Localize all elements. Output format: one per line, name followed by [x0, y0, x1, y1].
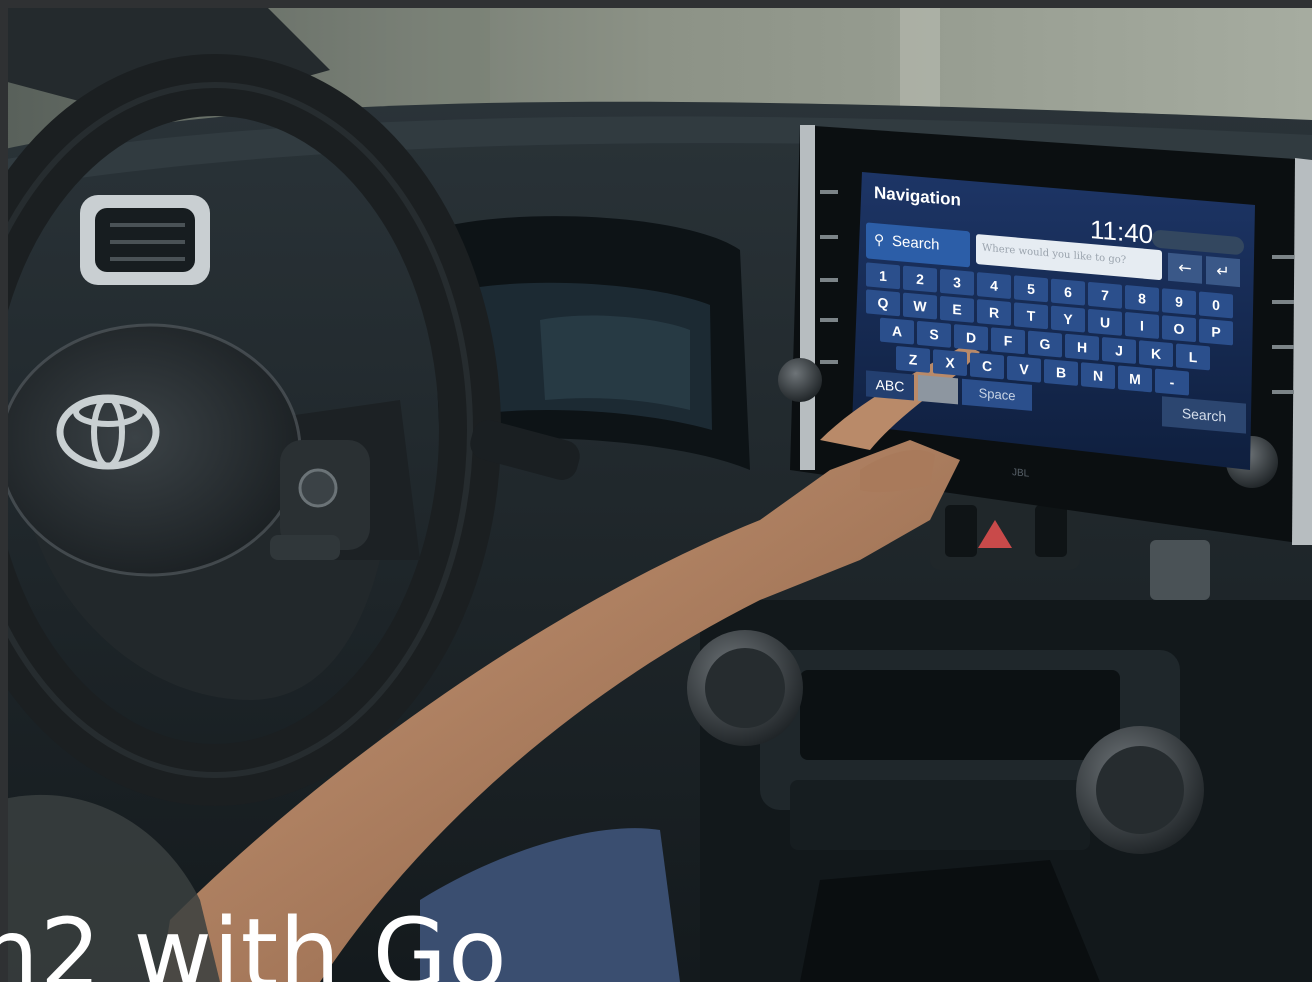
key[interactable]: 5: [1014, 275, 1048, 303]
key[interactable]: K: [1139, 340, 1173, 368]
key[interactable]: V: [1007, 355, 1041, 383]
key[interactable]: 4: [977, 272, 1011, 300]
key[interactable]: H: [1065, 333, 1099, 361]
key[interactable]: O: [1162, 315, 1196, 343]
abc-key[interactable]: ABC: [866, 370, 914, 401]
key[interactable]: 8: [1125, 285, 1159, 312]
key[interactable]: D: [954, 324, 988, 352]
back-arrow-icon[interactable]: ←: [1168, 252, 1202, 284]
key[interactable]: 2: [903, 265, 937, 293]
key[interactable]: X: [933, 349, 967, 377]
key[interactable]: 9: [1162, 288, 1196, 316]
return-icon[interactable]: ↵: [1206, 256, 1240, 288]
key[interactable]: S: [917, 320, 951, 348]
key[interactable]: 1: [866, 262, 900, 290]
key[interactable]: B: [1044, 358, 1078, 386]
key[interactable]: J: [1102, 336, 1136, 364]
key[interactable]: C: [970, 352, 1004, 380]
key[interactable]: G: [1028, 330, 1062, 358]
search-tab-label: Search: [892, 232, 940, 254]
key[interactable]: Q: [866, 289, 900, 317]
search-icon: ⚲: [874, 232, 885, 249]
car-interior-photo: [0, 0, 1312, 982]
frame-top-border: [0, 0, 1312, 8]
search-submit-button[interactable]: Search: [1162, 396, 1246, 434]
key[interactable]: R: [977, 299, 1011, 327]
photo-stage: Navigation 11:40 ⚲ Search Where would yo…: [0, 0, 1312, 982]
frame-left-border: [0, 0, 8, 982]
caption-text: n2 with Go: [0, 898, 508, 982]
key[interactable]: 7: [1088, 281, 1122, 309]
status-bar: [1152, 229, 1244, 256]
language-key[interactable]: [918, 374, 958, 405]
key[interactable]: E: [940, 295, 974, 323]
infotainment-screen: Navigation 11:40 ⚲ Search Where would yo…: [862, 174, 1258, 481]
key[interactable]: 6: [1051, 278, 1085, 306]
jbl-logo: JBL: [1012, 467, 1030, 480]
key[interactable]: 0: [1199, 291, 1233, 319]
key[interactable]: N: [1081, 362, 1115, 390]
screen-title: Navigation: [874, 183, 961, 210]
key[interactable]: U: [1088, 308, 1122, 336]
search-tab[interactable]: ⚲ Search: [866, 222, 970, 268]
key[interactable]: Z: [896, 345, 930, 373]
key[interactable]: M: [1118, 365, 1152, 393]
destination-placeholder: Where would you like to go?: [982, 242, 1127, 267]
key[interactable]: Y: [1051, 305, 1085, 333]
key[interactable]: A: [880, 317, 914, 345]
key[interactable]: W: [903, 292, 937, 320]
space-key[interactable]: Space: [962, 378, 1032, 411]
key[interactable]: 3: [940, 268, 974, 296]
key[interactable]: F: [991, 327, 1025, 355]
key[interactable]: -: [1155, 368, 1189, 396]
key[interactable]: P: [1199, 318, 1233, 346]
key[interactable]: I: [1125, 312, 1159, 339]
keyboard: 1 2 3 4 5 6 7 8 9 0 Q W E R T Y U I O P …: [866, 262, 1246, 434]
key[interactable]: L: [1176, 343, 1210, 371]
key[interactable]: T: [1014, 302, 1048, 330]
